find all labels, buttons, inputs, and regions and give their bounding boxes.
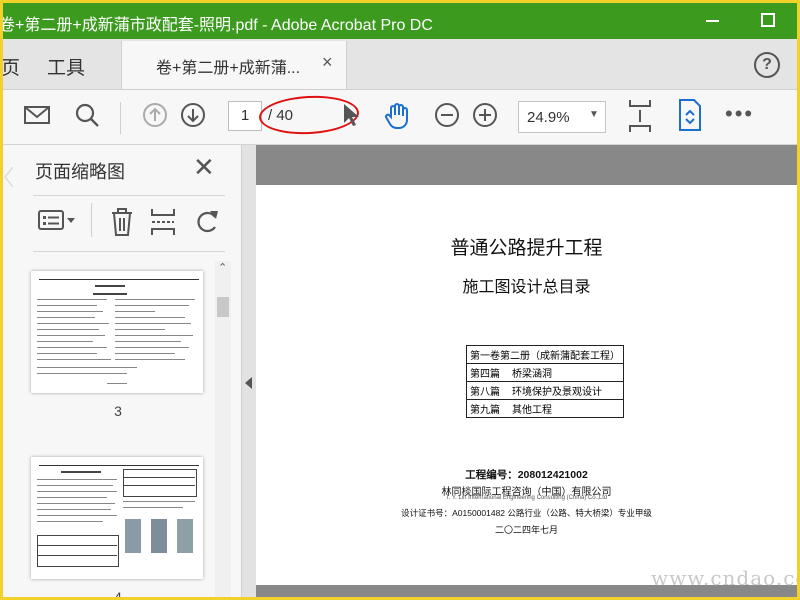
panel-title: 页面缩略图 [35,162,125,182]
help-icon[interactable]: ? [754,52,780,78]
maximize-icon[interactable] [761,13,775,27]
thumbnail-page-4[interactable] [31,457,203,579]
zoom-in-icon[interactable] [471,101,499,129]
table-cell: 环境保护及景观设计 [509,381,624,400]
contents-table: 第一卷第二册（成新蒲配套工程） 第四篇 桥梁涵洞 第八篇 环境保护及景观设计 第… [466,345,624,418]
page-up-icon[interactable] [141,101,169,129]
table-row: 第八篇 环境保护及景观设计 [466,381,624,400]
panel-divider [33,251,225,252]
page-number-input[interactable]: 1 [228,101,262,131]
table-row: 第四篇 桥梁涵洞 [466,363,624,382]
thumbnail-options-icon[interactable] [37,207,77,235]
table-cell: 第九篇 [466,399,509,418]
table-cell: 其他工程 [509,399,624,418]
project-number: 工程编号：208012421002 [465,469,588,481]
panel-tool-separator [91,203,92,237]
select-arrow-icon[interactable] [341,101,361,129]
document-tab-label: 卷+第二册+成新蒲... [156,60,301,77]
thumbnail-page-number: 3 [114,403,122,419]
delete-icon[interactable] [109,207,135,237]
mail-icon[interactable] [23,101,51,129]
panel-splitter[interactable] [241,145,256,597]
scroll-mode-icon[interactable] [677,98,703,132]
site-watermark: www.cndao.com [651,566,797,590]
scroll-up-icon[interactable]: ⌃ [218,261,227,274]
minimize-icon[interactable] [703,9,723,29]
document-tab[interactable]: 卷+第二册+成新蒲... × [121,41,347,89]
table-cell: 第四篇 [466,363,509,382]
app-window: 卷+第二册+成新蒲市政配套-照明.pdf - Adobe Acrobat Pro… [3,3,797,597]
thumbnail-page-3[interactable] [31,271,203,393]
toolbar: 1 / 40 24.9% ▼ ••• [3,90,797,145]
search-icon[interactable] [73,101,101,129]
close-tab-icon[interactable]: × [322,52,333,73]
rotate-icon[interactable] [193,207,221,237]
window-title: 卷+第二册+成新蒲市政配套-照明.pdf - Adobe Acrobat Pro… [3,17,433,34]
table-row: 第一卷第二册（成新蒲配套工程） [466,345,624,364]
panel-notch-icon [4,167,13,187]
more-icon[interactable]: ••• [725,101,754,127]
certificate-line: 设计证书号：A0150001482 公路行业（公路、特大桥梁）专业甲级 [401,508,652,518]
hand-tool-icon[interactable] [383,101,413,131]
table-cell: 第一卷第二册（成新蒲配套工程） [466,345,624,364]
menu-home[interactable]: 页 [3,53,20,80]
tab-bar: 页 工具 卷+第二册+成新蒲... × ? [3,39,797,90]
thumbnail-list: 3 4 [3,257,241,597]
scrollbar-thumb[interactable] [217,297,229,317]
insert-page-icon[interactable] [149,207,177,237]
page-down-icon[interactable] [179,101,207,129]
menu-tools[interactable]: 工具 [47,53,85,80]
chevron-down-icon: ▼ [589,109,599,120]
title-bar: 卷+第二册+成新蒲市政配套-照明.pdf - Adobe Acrobat Pro… [3,3,797,39]
close-panel-icon[interactable]: ✕ [193,152,215,183]
document-view[interactable]: 普通公路提升工程 施工图设计总目录 第一卷第二册（成新蒲配套工程） 第四篇 桥梁… [256,145,797,597]
thumbnail-panel: 页面缩略图 ✕ 3 4 ⌃ [3,145,241,597]
document-title: 普通公路提升工程 [450,237,603,259]
zoom-out-icon[interactable] [433,101,461,129]
toolbar-separator [120,102,121,134]
table-row: 第九篇 其他工程 [466,399,624,418]
document-subtitle: 施工图设计总目录 [462,277,591,296]
company-name-en: T. Y. Lin International Engineering Cons… [445,495,608,501]
thumbnail-page-number: 4 [114,589,122,597]
document-date: 二〇二四年七月 [494,525,558,535]
zoom-select[interactable]: 24.9% ▼ [518,101,606,133]
panel-divider [33,195,225,196]
pdf-page: 普通公路提升工程 施工图设计总目录 第一卷第二册（成新蒲配套工程） 第四篇 桥梁… [256,185,797,585]
zoom-value: 24.9% [527,109,570,126]
fit-page-icon[interactable] [627,98,653,134]
table-cell: 第八篇 [466,381,509,400]
table-cell: 桥梁涵洞 [509,363,624,382]
thumbnail-scrollbar[interactable]: ⌃ [215,261,231,597]
collapse-panel-icon[interactable] [245,377,252,389]
